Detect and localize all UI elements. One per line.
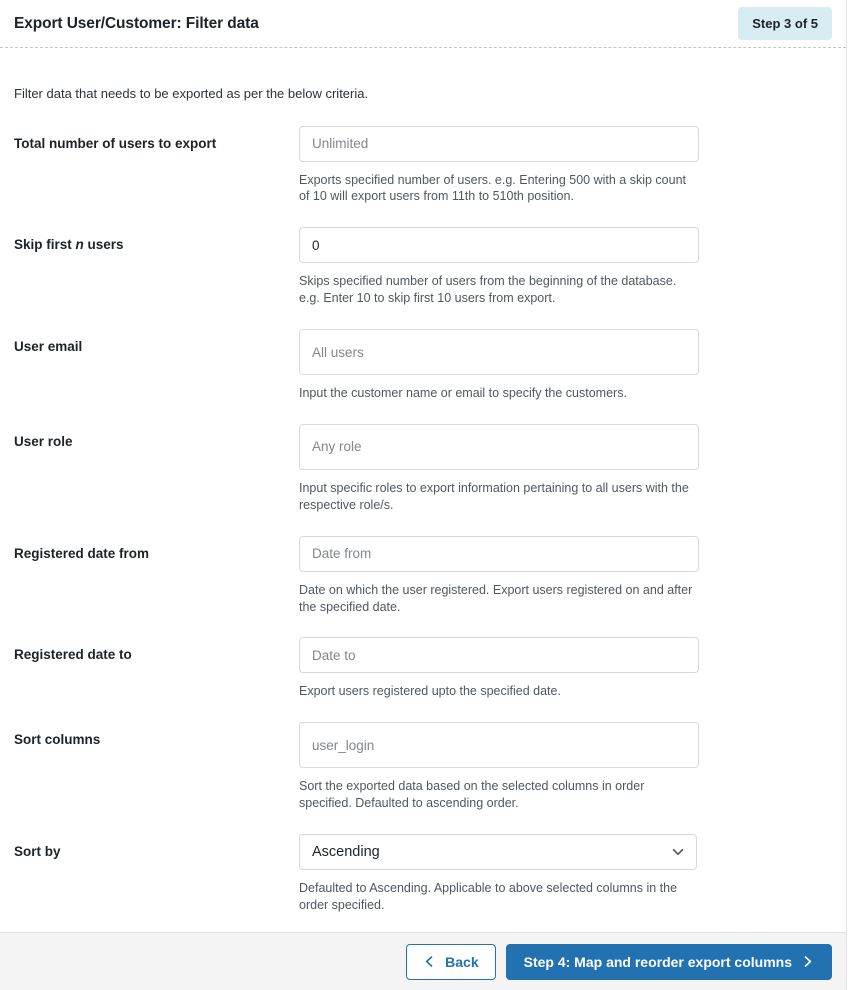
filter-form-body: Filter data that needs to be exported as… <box>0 48 846 932</box>
filter-fields-list: Total number of users to export Exports s… <box>14 125 832 914</box>
field-label: Sort columns <box>14 722 299 749</box>
field-control: All users Input the customer name or emai… <box>299 329 699 402</box>
field-row: Skip first n usersSkips specified number… <box>14 227 832 307</box>
field-label-text: User role <box>14 433 73 449</box>
field-row: Sort by Ascending Defaulted to Ascending. … <box>14 834 832 914</box>
field-label-text: Registered date to <box>14 647 132 663</box>
multiselect-placeholder: user_login <box>312 737 375 753</box>
field-label: Registered date from <box>14 536 299 563</box>
multiselect-placeholder: Any role <box>312 439 362 455</box>
field-control: Skips specified number of users from the… <box>299 227 699 307</box>
back-button[interactable]: Back <box>406 943 496 980</box>
field-control: Export users registered upto the specifi… <box>299 637 699 700</box>
multiselect-input[interactable]: Any role <box>299 423 699 470</box>
chevron-right-icon <box>804 956 812 967</box>
field-label: Sort by <box>14 834 299 861</box>
multiselect-input[interactable]: user_login <box>299 722 699 769</box>
sort-by-selected-value: Ascending <box>312 844 380 860</box>
field-control: Date on which the user registered. Expor… <box>299 535 699 616</box>
wizard-footer: Back Step 4: Map and reorder export colu… <box>0 932 846 990</box>
field-help-text: Input specific roles to export informati… <box>299 480 689 512</box>
field-row: Registered date to Export users registere… <box>14 637 832 700</box>
field-control: Any role Input specific roles to export i… <box>299 423 699 514</box>
field-row: User role Any role Input specific roles to… <box>14 423 832 514</box>
form-intro-text: Filter data that needs to be exported as… <box>14 86 369 101</box>
field-label-suffix: users <box>83 237 124 253</box>
field-control: user_login Sort the exported data based o… <box>299 722 699 812</box>
field-row: Registered date from Date on which the us… <box>14 535 832 616</box>
field-label-text: User email <box>14 339 83 354</box>
field-row: Sort columns user_login Sort the exported … <box>14 722 832 812</box>
field-help-text: Defaulted to Ascending. Applicable to ab… <box>299 881 678 912</box>
chevron-down-icon <box>672 848 684 856</box>
sort-by-select[interactable]: Ascending <box>299 834 697 870</box>
field-control: Exports specified number of users. e.g. … <box>299 125 699 206</box>
field-control: Ascending Defaulted to Ascending. Applica… <box>299 834 699 914</box>
wizard-header: Export User/Customer: Filter data Step 3… <box>0 0 846 48</box>
multiselect-placeholder: All users <box>312 344 364 360</box>
field-label: Total number of users to export <box>14 126 299 153</box>
field-help-text: Input the customer name or email to spec… <box>299 386 627 400</box>
field-label: Skip first n users <box>14 227 299 254</box>
field-label-emphasis: n <box>75 237 84 253</box>
text-input[interactable] <box>299 535 699 572</box>
field-label-text: Sort columns <box>14 732 101 748</box>
back-button-label: Back <box>445 953 479 970</box>
field-label: Registered date to <box>14 637 299 664</box>
next-step-button[interactable]: Step 4: Map and reorder export columns <box>505 943 832 980</box>
page-title: Export User/Customer: Filter data <box>14 14 259 32</box>
next-step-button-label: Step 4: Map and reorder export columns <box>523 953 792 970</box>
field-help-text: Skips specified number of users from the… <box>299 274 677 306</box>
text-input[interactable] <box>299 637 699 674</box>
field-label-text: Total number of users to export <box>14 135 217 151</box>
field-label: User email <box>14 329 299 356</box>
field-help-text: Exports specified number of users. e.g. … <box>299 172 687 204</box>
field-label-text: Skip first <box>14 237 76 253</box>
field-help-text: Sort the exported data based on the sele… <box>299 779 645 811</box>
field-help-text: Export users registered upto the specifi… <box>299 684 561 699</box>
field-row: Total number of users to export Exports s… <box>14 125 832 206</box>
field-label-text: Registered date from <box>14 545 150 561</box>
field-row: User email All users Input the customer na… <box>14 329 832 402</box>
text-input[interactable] <box>299 125 699 162</box>
multiselect-input[interactable]: All users <box>299 329 699 375</box>
text-input[interactable] <box>299 227 699 264</box>
export-wizard-page: Export User/Customer: Filter data Step 3… <box>0 0 847 990</box>
step-indicator-badge: Step 3 of 5 <box>738 7 832 40</box>
chevron-left-icon <box>425 956 433 967</box>
field-label: User role <box>14 424 299 451</box>
field-help-text: Date on which the user registered. Expor… <box>299 582 693 614</box>
field-label-text: Sort by <box>14 844 61 859</box>
